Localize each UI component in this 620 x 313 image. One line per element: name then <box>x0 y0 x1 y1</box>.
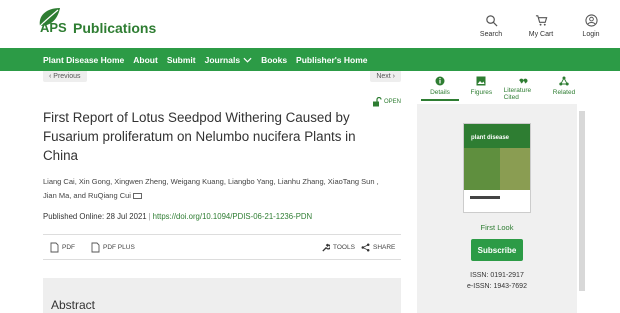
site-header: APS Publications Search My Cart Login <box>0 0 620 48</box>
nav-journals-label: Journals <box>204 54 241 65</box>
published-label: Published Online: <box>43 212 105 221</box>
pdf-plus-button[interactable]: PDF PLUS <box>91 242 135 253</box>
nav-journals[interactable]: Journals <box>205 55 252 65</box>
tab-literature-cited[interactable]: Literature Cited <box>504 71 542 101</box>
search-icon <box>485 15 497 27</box>
tab-details-label: Details <box>430 89 450 96</box>
subscribe-button[interactable]: Subscribe <box>471 239 523 261</box>
cart-button[interactable]: My Cart <box>526 14 556 38</box>
chevron-down-icon <box>243 57 252 63</box>
previous-label: Previous <box>53 73 81 80</box>
pdf-plus-label: PDF PLUS <box>103 244 135 251</box>
pdf-icon <box>50 242 59 253</box>
issn-print: ISSN: 0191-2917 <box>470 272 524 279</box>
abstract-section: Abstract <box>43 278 401 313</box>
email-icon[interactable] <box>132 193 142 200</box>
search-button[interactable]: Search <box>476 14 506 38</box>
next-button[interactable]: Next › <box>370 71 401 82</box>
sidebar-tabs: Details Figures Literature Cited Related <box>417 71 587 101</box>
tab-literature-label: Literature Cited <box>503 87 532 101</box>
nav-about[interactable]: About <box>133 55 158 65</box>
tab-related[interactable]: Related <box>545 71 583 101</box>
tab-details[interactable]: Details <box>421 71 459 101</box>
open-label: OPEN <box>383 99 401 105</box>
published-date: 28 Jul 2021 <box>106 212 147 221</box>
article-main: ‹ Previous Next › OPEN First Report of L… <box>43 71 401 313</box>
previous-button[interactable]: ‹ Previous <box>43 71 87 82</box>
next-label: Next <box>376 73 391 80</box>
share-label: SHARE <box>373 244 396 251</box>
author-list: Liang Cai, Xin Gong, Xingwen Zheng, Weig… <box>43 175 393 203</box>
pdf-label: PDF <box>62 244 75 251</box>
pdf-plus-icon <box>91 242 100 253</box>
article-title: First Report of Lotus Seedpod Withering … <box>43 110 356 163</box>
abstract-heading: Abstract <box>51 298 96 312</box>
sidebar: Details Figures Literature Cited Related… <box>417 71 587 313</box>
nav-publishers-home[interactable]: Publisher's Home <box>296 55 367 65</box>
tab-related-label: Related <box>552 89 576 96</box>
published-online: Published Online: 28 Jul 2021 | https://do… <box>43 212 313 221</box>
scrollbar-thumb[interactable] <box>579 111 585 291</box>
nav-plant-disease-home[interactable]: Plant Disease Home <box>43 55 124 65</box>
journal-cover[interactable]: plant disease <box>463 123 531 213</box>
pdf-button[interactable]: PDF <box>50 242 75 253</box>
open-access-badge: OPEN <box>372 97 401 107</box>
login-button[interactable]: Login <box>576 14 606 38</box>
doi-link[interactable]: https://doi.org/10.1094/PDIS-06-21-1236-… <box>153 212 313 221</box>
nav-submit[interactable]: Submit <box>167 55 196 65</box>
first-look-link[interactable]: First Look <box>417 223 577 232</box>
issn-block: ISSN: 0191-2917 e-ISSN: 1943-7692 <box>417 270 577 292</box>
authors-text: Liang Cai, Xin Gong, Xingwen Zheng, Weig… <box>43 177 379 200</box>
tools-label: TOOLS <box>333 244 355 251</box>
network-icon <box>559 76 569 86</box>
article-actions: PDF PDF PLUS TOOLS SHARE <box>43 234 401 260</box>
cart-icon <box>535 15 547 26</box>
share-button[interactable]: SHARE <box>361 242 395 253</box>
wrench-icon <box>322 243 330 252</box>
quote-icon <box>518 78 528 84</box>
sidebar-scrollbar[interactable] <box>579 111 585 311</box>
search-label: Search <box>479 31 503 38</box>
logo-publications: Publications <box>73 20 157 36</box>
tab-figures[interactable]: Figures <box>462 71 500 101</box>
nav-books[interactable]: Books <box>261 55 287 65</box>
info-icon <box>435 76 445 86</box>
tools-button[interactable]: TOOLS <box>321 242 355 253</box>
aps-logo[interactable]: APS Publications <box>36 4 166 44</box>
image-icon <box>476 76 486 86</box>
logo-aps: APS <box>40 20 67 35</box>
share-icon <box>361 243 370 252</box>
cart-label: My Cart <box>528 31 554 38</box>
issn-electronic: e-ISSN: 1943-7692 <box>467 283 527 290</box>
login-label: Login <box>582 31 600 38</box>
chevron-right-icon: › <box>390 73 395 80</box>
cover-title: plant disease <box>471 135 510 141</box>
user-icon <box>584 14 598 27</box>
tab-figures-label: Figures <box>470 89 493 96</box>
open-lock-icon <box>372 97 382 107</box>
main-nav: Plant Disease Home About Submit Journals… <box>0 48 620 71</box>
